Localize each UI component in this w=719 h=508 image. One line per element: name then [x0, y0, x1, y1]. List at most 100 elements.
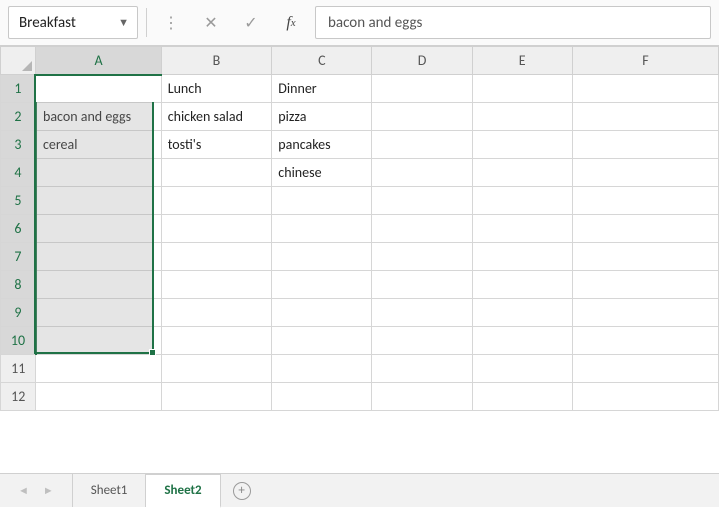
cell-D5[interactable]: [372, 187, 472, 215]
cell-F5[interactable]: [572, 187, 718, 215]
cell-B8[interactable]: [161, 271, 272, 299]
column-header-F[interactable]: F: [572, 47, 718, 75]
cell-F4[interactable]: [572, 159, 718, 187]
cell-E12[interactable]: [472, 383, 572, 411]
row-header-9[interactable]: 9: [1, 299, 36, 327]
cell-A8[interactable]: [36, 271, 161, 299]
cell-B9[interactable]: [161, 299, 272, 327]
cell-E11[interactable]: [472, 355, 572, 383]
cell-C7[interactable]: [272, 243, 372, 271]
cell-C9[interactable]: [272, 299, 372, 327]
cell-D8[interactable]: [372, 271, 472, 299]
formula-input[interactable]: bacon and eggs: [315, 6, 711, 39]
cell-D7[interactable]: [372, 243, 472, 271]
column-header-C[interactable]: C: [272, 47, 372, 75]
cell-A3[interactable]: cereal: [36, 131, 161, 159]
row-header-8[interactable]: 8: [1, 271, 36, 299]
row-header-2[interactable]: 2: [1, 103, 36, 131]
cell-B1[interactable]: Lunch: [161, 75, 272, 103]
cell-D3[interactable]: [372, 131, 472, 159]
column-header-B[interactable]: B: [161, 47, 272, 75]
cell-D11[interactable]: [372, 355, 472, 383]
column-header-D[interactable]: D: [372, 47, 472, 75]
cell-C8[interactable]: [272, 271, 372, 299]
row-header-6[interactable]: 6: [1, 215, 36, 243]
row-header-7[interactable]: 7: [1, 243, 36, 271]
row-header-11[interactable]: 11: [1, 355, 36, 383]
cell-A9[interactable]: [36, 299, 161, 327]
cell-D2[interactable]: [372, 103, 472, 131]
row-header-4[interactable]: 4: [1, 159, 36, 187]
cell-C12[interactable]: [272, 383, 372, 411]
cell-C4[interactable]: chinese: [272, 159, 372, 187]
cell-B10[interactable]: [161, 327, 272, 355]
row-header-10[interactable]: 10: [1, 327, 36, 355]
cell-F9[interactable]: [572, 299, 718, 327]
tab-next-icon[interactable]: ►: [43, 484, 54, 497]
tab-prev-icon[interactable]: ◄: [18, 484, 29, 497]
cell-F12[interactable]: [572, 383, 718, 411]
cell-E4[interactable]: [472, 159, 572, 187]
sheet-tab-sheet2[interactable]: Sheet2: [146, 474, 220, 508]
row-header-12[interactable]: 12: [1, 383, 36, 411]
cell-F3[interactable]: [572, 131, 718, 159]
sheet-tab-sheet1[interactable]: Sheet1: [73, 474, 147, 507]
cell-C6[interactable]: [272, 215, 372, 243]
cell-C3[interactable]: pancakes: [272, 131, 372, 159]
cell-D6[interactable]: [372, 215, 472, 243]
cell-F7[interactable]: [572, 243, 718, 271]
cell-D1[interactable]: [372, 75, 472, 103]
cell-A1[interactable]: Breakfast: [36, 75, 161, 103]
row-header-5[interactable]: 5: [1, 187, 36, 215]
name-box[interactable]: Breakfast ▼: [8, 6, 138, 39]
cell-E2[interactable]: [472, 103, 572, 131]
cell-E6[interactable]: [472, 215, 572, 243]
cell-F11[interactable]: [572, 355, 718, 383]
cell-A2[interactable]: bacon and eggs: [36, 103, 161, 131]
cell-A4[interactable]: [36, 159, 161, 187]
cell-C5[interactable]: [272, 187, 372, 215]
cell-F8[interactable]: [572, 271, 718, 299]
cell-A12[interactable]: [36, 383, 161, 411]
cell-B5[interactable]: [161, 187, 272, 215]
cell-D4[interactable]: [372, 159, 472, 187]
enter-icon[interactable]: ✓: [235, 6, 267, 39]
cell-C2[interactable]: pizza: [272, 103, 372, 131]
cell-B4[interactable]: [161, 159, 272, 187]
new-sheet-button[interactable]: +: [221, 474, 263, 507]
row-header-1[interactable]: 1: [1, 75, 36, 103]
cell-B11[interactable]: [161, 355, 272, 383]
spreadsheet-grid[interactable]: ABCDEF 1BreakfastLunchDinner 2bacon and eg…: [0, 46, 719, 473]
cell-E5[interactable]: [472, 187, 572, 215]
cell-C11[interactable]: [272, 355, 372, 383]
cell-C1[interactable]: Dinner: [272, 75, 372, 103]
cell-B7[interactable]: [161, 243, 272, 271]
cell-D12[interactable]: [372, 383, 472, 411]
cell-B6[interactable]: [161, 215, 272, 243]
cell-F10[interactable]: [572, 327, 718, 355]
cell-E8[interactable]: [472, 271, 572, 299]
cell-A7[interactable]: [36, 243, 161, 271]
cell-E9[interactable]: [472, 299, 572, 327]
cell-E10[interactable]: [472, 327, 572, 355]
column-header-A[interactable]: A: [36, 47, 161, 75]
cell-E3[interactable]: [472, 131, 572, 159]
cell-B12[interactable]: [161, 383, 272, 411]
row-header-3[interactable]: 3: [1, 131, 36, 159]
cell-E1[interactable]: [472, 75, 572, 103]
cell-A6[interactable]: [36, 215, 161, 243]
cell-D10[interactable]: [372, 327, 472, 355]
cell-C10[interactable]: [272, 327, 372, 355]
cell-F1[interactable]: [572, 75, 718, 103]
cell-A10[interactable]: [36, 327, 161, 355]
cell-F6[interactable]: [572, 215, 718, 243]
select-all-corner[interactable]: [1, 47, 36, 75]
cell-A5[interactable]: [36, 187, 161, 215]
cell-E7[interactable]: [472, 243, 572, 271]
cell-B2[interactable]: chicken salad: [161, 103, 272, 131]
column-header-E[interactable]: E: [472, 47, 572, 75]
fx-icon[interactable]: fx: [275, 6, 307, 39]
cell-F2[interactable]: [572, 103, 718, 131]
more-icon[interactable]: ⋮: [155, 6, 187, 39]
cell-D9[interactable]: [372, 299, 472, 327]
